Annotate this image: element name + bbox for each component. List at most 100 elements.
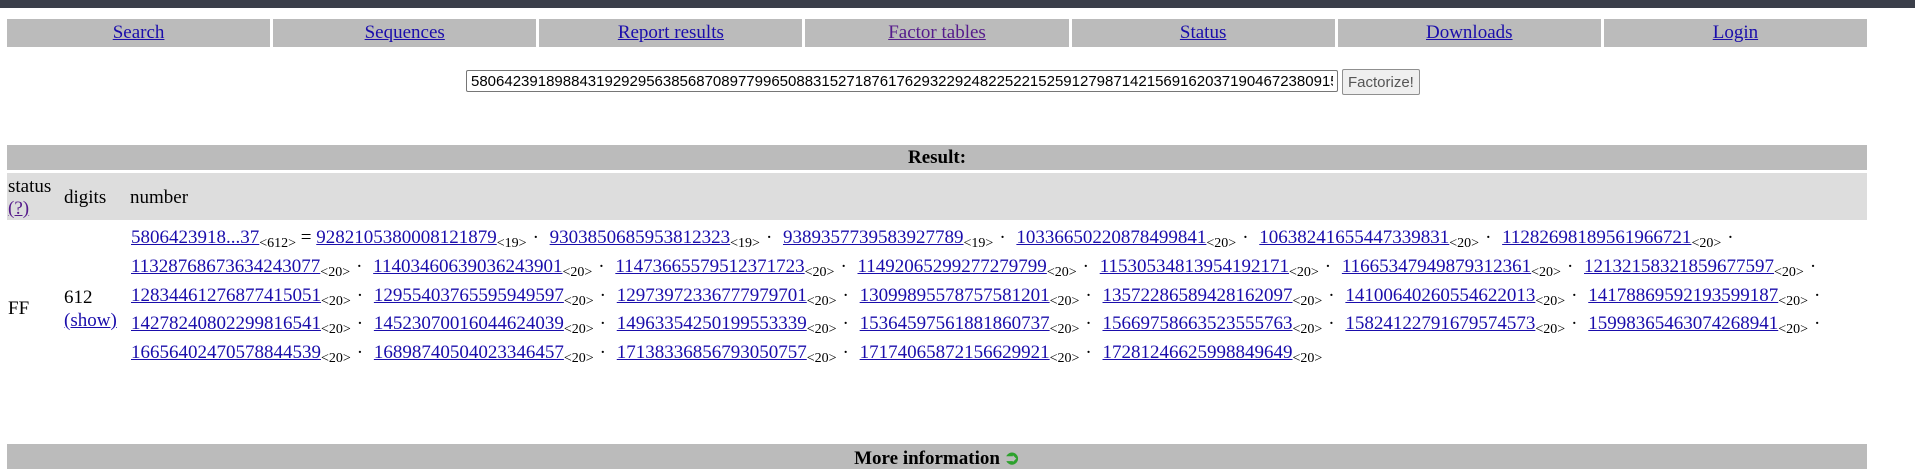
factor-digit-count: <20> (1288, 264, 1319, 280)
factor-link[interactable]: 12834461276877415051 (131, 285, 321, 306)
multiplication-dot: · (842, 313, 849, 335)
status-column-header: status (?) (8, 176, 51, 220)
factor-link[interactable]: 11473665579512371723 (615, 256, 804, 277)
factor-link[interactable]: 11328768673634243077 (131, 256, 320, 277)
factor-link[interactable]: 14963354250199553339 (617, 313, 807, 334)
multiplication-dot: · (1566, 255, 1574, 277)
multiplication-dot: · (532, 227, 539, 248)
nav-link-search[interactable]: Search (113, 22, 165, 44)
factor-digit-count: <20> (1691, 236, 1722, 251)
digits-cell: 612 (show) (64, 286, 117, 332)
factor-link[interactable]: 14523070016044624039 (374, 313, 564, 334)
nav-link-factor-tables[interactable]: Factor tables (888, 22, 986, 44)
factor-link[interactable]: 11282698189561966721 (1502, 227, 1691, 248)
factor-link[interactable]: 13572286589428162097 (1103, 285, 1293, 306)
factor-digit-count: <20> (563, 351, 594, 367)
factor-link[interactable]: 14278240802299816541 (131, 313, 321, 334)
factor-link[interactable]: 11403460639036243901 (373, 256, 562, 277)
multiplication-dot: · (765, 227, 773, 248)
factor-digit-count: <20> (563, 293, 594, 309)
result-column-headers: status (?) digits number (7, 173, 1867, 220)
factor-link[interactable]: 15998365463074268941 (1588, 313, 1778, 334)
factorization-cell: 5806423918...37<612> = 92821053800081218… (131, 224, 1866, 368)
factor-link[interactable]: 17138336856793050757 (617, 342, 807, 363)
factor-link[interactable]: 13099895578757581201 (860, 285, 1050, 306)
nav-cell-search: Search (7, 19, 271, 47)
factor-link[interactable]: 12955403765595949597 (374, 285, 564, 306)
factor-digit-count: <20> (1292, 322, 1323, 338)
factorize-form: Factorize! (466, 69, 1420, 95)
number-digit-count: <612> (259, 236, 297, 251)
show-number-link[interactable]: (show) (64, 310, 117, 331)
nav-link-sequences[interactable]: Sequences (365, 22, 445, 44)
main-nav: Search Sequences Report results Factor t… (7, 19, 1867, 47)
nav-link-downloads[interactable]: Downloads (1426, 22, 1513, 44)
nav-cell-downloads: Downloads (1337, 19, 1601, 47)
factor-link[interactable]: 9282105380008121879 (316, 227, 497, 248)
multiplication-dot: · (1085, 342, 1092, 364)
multiplication-dot: · (356, 284, 364, 306)
factor-digit-count: <20> (563, 322, 594, 338)
factor-link[interactable]: 17281246625998849649 (1103, 342, 1293, 363)
factor-link[interactable]: 15669758663523555763 (1103, 313, 1293, 334)
factor-digit-count: <20> (1778, 322, 1809, 338)
multiplication-dot: · (840, 255, 847, 277)
factor-link[interactable]: 16656402470578844539 (131, 342, 321, 363)
number-link[interactable]: 5806423918...37 (131, 227, 259, 248)
factor-digit-count: <20> (321, 322, 351, 338)
multiplication-dot: · (1485, 227, 1492, 248)
nav-link-login[interactable]: Login (1713, 22, 1758, 44)
browser-top-bar (0, 0, 1915, 8)
multiplication-dot: · (1571, 313, 1578, 335)
factor-digit-count: <20> (1535, 322, 1566, 338)
factor-digit-count: <20> (1449, 236, 1480, 251)
multiplication-dot: · (356, 342, 364, 364)
factor-link[interactable]: 14100640260554622013 (1345, 285, 1535, 306)
factor-digit-count: <20> (1049, 293, 1080, 309)
factor-link[interactable]: 17174065872156629921 (860, 342, 1050, 363)
factor-digit-count: <20> (1535, 293, 1566, 309)
factor-link[interactable]: 11492065299277279799 (858, 256, 1047, 277)
factor-link[interactable]: 15364597561881860737 (860, 313, 1050, 334)
multiplication-dot: · (1085, 313, 1092, 335)
factor-link[interactable]: 14178869592193599187 (1588, 285, 1778, 306)
factor-digit-count: <20> (1292, 351, 1323, 367)
factor-digit-count: <19> (730, 236, 760, 251)
factor-link[interactable]: 9389357739583927789 (783, 227, 964, 248)
factor-link[interactable]: 12132158321859677597 (1584, 256, 1774, 277)
multiplication-dot: · (1328, 284, 1335, 306)
multiplication-dot: · (1328, 313, 1335, 335)
factor-link[interactable]: 9303850685953812323 (550, 227, 731, 248)
multiplication-dot: · (1571, 284, 1578, 306)
factor-digit-count: <20> (806, 351, 837, 367)
multiplication-dot: · (1085, 284, 1092, 306)
equals-sign: = (300, 227, 312, 248)
multiplication-dot: · (599, 284, 606, 306)
factor-digit-count: <20> (1049, 351, 1080, 367)
digits-value: 612 (64, 287, 93, 308)
multiplication-dot: · (842, 284, 849, 306)
number-input[interactable] (466, 70, 1338, 92)
multiplication-dot: · (599, 342, 606, 364)
number-column-header: number (130, 187, 189, 208)
nav-link-report-results[interactable]: Report results (618, 22, 724, 44)
factor-digit-count: <20> (321, 351, 351, 367)
factor-link[interactable]: 12973972336777979701 (617, 285, 807, 306)
factor-link[interactable]: 11665347949879312361 (1342, 256, 1531, 277)
nav-cell-login: Login (1603, 19, 1867, 47)
factor-link[interactable]: 10638241655447339831 (1259, 227, 1449, 248)
multiplication-dot: · (598, 255, 605, 277)
factorize-button[interactable]: Factorize! (1342, 69, 1420, 95)
factor-link[interactable]: 10336650220878499841 (1016, 227, 1206, 248)
factor-link[interactable]: 11530534813954192171 (1100, 256, 1289, 277)
factor-link[interactable]: 15824122791679574573 (1345, 313, 1535, 334)
status-header-label: status (8, 176, 52, 197)
nav-link-status[interactable]: Status (1180, 22, 1226, 44)
status-value: FF (8, 298, 30, 319)
factor-link[interactable]: 16898740504023346457 (374, 342, 564, 363)
status-help-link[interactable]: (?) (8, 198, 29, 219)
factor-digit-count: <20> (804, 264, 835, 280)
multiplication-dot: · (999, 227, 1006, 248)
factor-digit-count: <20> (1206, 236, 1237, 251)
more-information-header: More information ➲ (7, 444, 1867, 469)
